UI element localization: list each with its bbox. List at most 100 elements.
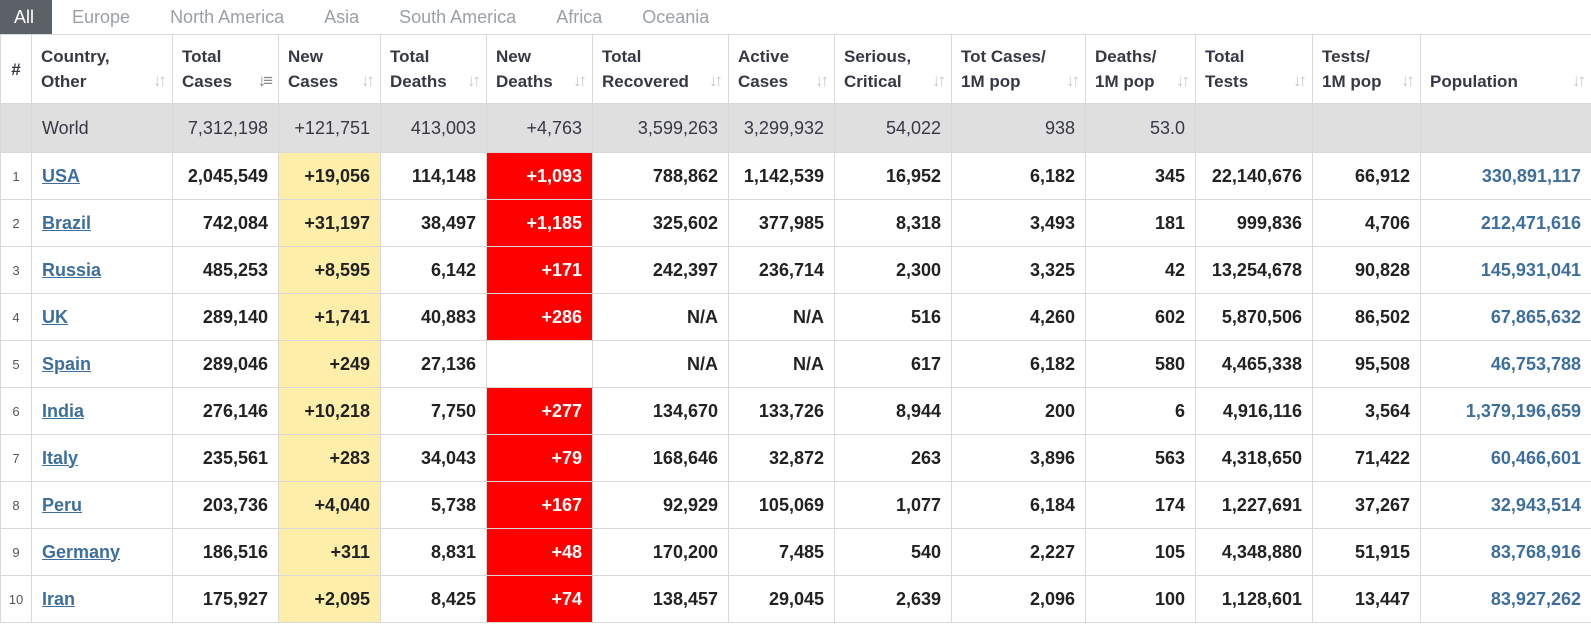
country-link[interactable]: UK [42,307,68,327]
total-recovered-cell: 138,457 [592,575,729,623]
total-cases-cell: 289,046 [172,340,279,388]
table-row: 7 Italy 235,561 +283 34,043 +79 168,646 32,872 2… [0,434,1591,482]
total-recovered-cell: 92,929 [592,481,729,529]
population-cell[interactable]: 83,927,262 [1420,575,1591,623]
sort-arrows-icon[interactable]: ↓↑ [1293,68,1307,93]
new-deaths-header[interactable]: New Deaths ↓↑ [486,34,593,104]
sort-arrows-icon[interactable]: ↓↑ [1176,68,1190,93]
total-deaths-cell: 27,136 [380,340,487,388]
population-cell[interactable]: 60,466,601 [1420,434,1591,482]
active-cases-cell: 1,142,539 [728,152,835,200]
header-row: # Country, Other ↓↑ Total Cases ↓≡ New Cases ↓… [0,34,1591,104]
country-link[interactable]: Spain [42,354,91,374]
sort-arrows-icon[interactable]: ↓↑ [815,68,829,93]
header-label: Serious, [844,47,912,66]
population-cell[interactable]: 145,931,041 [1420,246,1591,294]
tests-1m-cell [1312,103,1421,153]
rank-header[interactable]: # [0,34,32,104]
world-row: World 7,312,198 +121,751 413,003 +4,763 … [0,103,1591,153]
new-deaths-cell: +4,763 [486,103,593,153]
total-cases-header[interactable]: Total Cases ↓≡ [172,34,279,104]
country-cell: Peru [31,481,173,529]
tot-cases-1m-header[interactable]: Tot Cases/1M pop ↓↑ [951,34,1086,104]
tab-north-america[interactable]: North America [150,0,304,34]
sort-arrows-icon[interactable]: ↓↑ [361,68,375,93]
deaths-1m-cell: 174 [1085,481,1196,529]
sort-arrows-icon[interactable]: ↓↑ [1066,68,1080,93]
serious-critical-header[interactable]: Serious, Critical ↓↑ [834,34,952,104]
total-deaths-cell: 8,831 [380,528,487,576]
tests-1m-cell: 4,706 [1312,199,1421,247]
rank-cell: 2 [0,199,32,247]
total-recovered-cell: 788,862 [592,152,729,200]
population-cell[interactable]: 212,471,616 [1420,199,1591,247]
population-cell[interactable]: 330,891,117 [1420,152,1591,200]
rank-cell: 10 [0,575,32,623]
header-label: New [288,47,323,66]
active-cases-header[interactable]: Active Cases ↓↑ [728,34,835,104]
active-cases-cell: N/A [728,340,835,388]
sort-arrows-icon[interactable]: ↓↑ [1572,68,1586,93]
country-link[interactable]: Italy [42,448,78,468]
tab-oceania[interactable]: Oceania [622,0,729,34]
country-link[interactable]: Brazil [42,213,91,233]
population-cell[interactable]: 67,865,632 [1420,293,1591,341]
country-cell: UK [31,293,173,341]
country-link[interactable]: Russia [42,260,101,280]
new-cases-header[interactable]: New Cases ↓↑ [278,34,381,104]
total-recovered-header[interactable]: Total Recovered ↓↑ [592,34,729,104]
country-link[interactable]: Iran [42,589,75,609]
deaths-1m-cell: 345 [1085,152,1196,200]
rank-cell: 8 [0,481,32,529]
population-cell[interactable]: 83,768,916 [1420,528,1591,576]
table-row: 6 India 276,146 +10,218 7,750 +277 134,670 133,… [0,387,1591,435]
country-link[interactable]: India [42,401,84,421]
header-label: Total [182,47,222,66]
sort-arrows-icon[interactable]: ↓↑ [932,68,946,93]
active-cases-cell: 105,069 [728,481,835,529]
deaths-1m-cell: 53.0 [1085,103,1196,153]
country-cell: World [31,103,173,153]
deaths-1m-header[interactable]: Deaths/1M pop ↓↑ [1085,34,1196,104]
sort-desc-icon[interactable]: ↓≡ [258,68,274,93]
country-link[interactable]: Peru [42,495,82,515]
total-recovered-cell: 325,602 [592,199,729,247]
tab-all[interactable]: All [0,0,53,34]
total-cases-cell: 7,312,198 [172,103,279,153]
population-cell[interactable]: 46,753,788 [1420,340,1591,388]
new-cases-cell: +8,595 [278,246,381,294]
new-cases-cell: +121,751 [278,103,381,153]
total-cases-cell: 289,140 [172,293,279,341]
total-deaths-header[interactable]: Total Deaths ↓↑ [380,34,487,104]
total-tests-cell [1195,103,1313,153]
serious-critical-cell: 540 [834,528,952,576]
new-cases-cell: +10,218 [278,387,381,435]
rank-cell: 7 [0,434,32,482]
sort-arrows-icon[interactable]: ↓↑ [467,68,481,93]
population-header[interactable]: Population ↓↑ [1420,34,1591,104]
total-cases-cell: 2,045,549 [172,152,279,200]
sort-arrows-icon[interactable]: ↓↑ [573,68,587,93]
sort-arrows-icon[interactable]: ↓↑ [709,68,723,93]
header-label: Country, [41,47,110,66]
serious-critical-cell: 1,077 [834,481,952,529]
rank-cell: 5 [0,340,32,388]
country-link[interactable]: USA [42,166,80,186]
tab-europe[interactable]: Europe [52,0,150,34]
country-header[interactable]: Country, Other ↓↑ [31,34,173,104]
sort-arrows-icon[interactable]: ↓↑ [1401,68,1415,93]
tab-africa[interactable]: Africa [536,0,622,34]
tests-1m-header[interactable]: Tests/1M pop ↓↑ [1312,34,1421,104]
population-cell[interactable]: 1,379,196,659 [1420,387,1591,435]
tab-asia[interactable]: Asia [304,0,379,34]
tot-cases-1m-cell: 2,096 [951,575,1086,623]
population-cell[interactable]: 32,943,514 [1420,481,1591,529]
total-recovered-cell: 242,397 [592,246,729,294]
tab-south-america[interactable]: South America [379,0,536,34]
header-label: Total [1205,47,1245,66]
country-link[interactable]: Germany [42,542,120,562]
sort-arrows-icon[interactable]: ↓↑ [153,68,167,93]
total-tests-cell: 999,836 [1195,199,1313,247]
total-tests-cell: 1,227,691 [1195,481,1313,529]
total-tests-header[interactable]: Total Tests ↓↑ [1195,34,1313,104]
